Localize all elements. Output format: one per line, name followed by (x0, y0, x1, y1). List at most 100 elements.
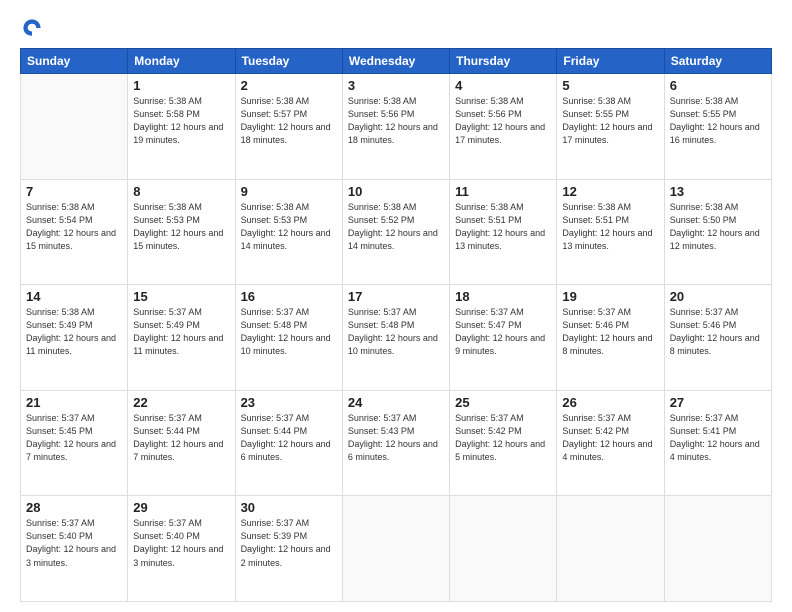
day-info: Sunrise: 5:38 AMSunset: 5:54 PMDaylight:… (26, 201, 122, 253)
calendar-cell (664, 496, 771, 602)
day-info: Sunrise: 5:38 AMSunset: 5:53 PMDaylight:… (133, 201, 229, 253)
calendar-cell: 10 Sunrise: 5:38 AMSunset: 5:52 PMDayligh… (342, 179, 449, 285)
calendar-week-row: 1 Sunrise: 5:38 AMSunset: 5:58 PMDaylight… (21, 74, 772, 180)
calendar-cell: 13 Sunrise: 5:38 AMSunset: 5:50 PMDayligh… (664, 179, 771, 285)
day-info: Sunrise: 5:37 AMSunset: 5:44 PMDaylight:… (241, 412, 337, 464)
day-number: 17 (348, 289, 444, 304)
weekday-header-sunday: Sunday (21, 49, 128, 74)
calendar-cell: 18 Sunrise: 5:37 AMSunset: 5:47 PMDayligh… (450, 285, 557, 391)
day-number: 1 (133, 78, 229, 93)
day-info: Sunrise: 5:38 AMSunset: 5:49 PMDaylight:… (26, 306, 122, 358)
calendar-table: SundayMondayTuesdayWednesdayThursdayFrid… (20, 48, 772, 602)
header (20, 16, 772, 40)
day-info: Sunrise: 5:37 AMSunset: 5:40 PMDaylight:… (133, 517, 229, 569)
day-number: 14 (26, 289, 122, 304)
day-number: 8 (133, 184, 229, 199)
day-number: 29 (133, 500, 229, 515)
calendar-cell (557, 496, 664, 602)
calendar-cell: 24Sunrise: 5:37 AMSunset: 5:43 PMDayligh… (342, 390, 449, 496)
day-number: 6 (670, 78, 766, 93)
day-info: Sunrise: 5:37 AMSunset: 5:43 PMDaylight:… (348, 412, 444, 464)
calendar-week-row: 28 Sunrise: 5:37 AMSunset: 5:40 PMDayligh… (21, 496, 772, 602)
calendar-cell: 4 Sunrise: 5:38 AMSunset: 5:56 PMDaylight… (450, 74, 557, 180)
weekday-header-monday: Monday (128, 49, 235, 74)
day-info: Sunrise: 5:38 AMSunset: 5:57 PMDaylight:… (241, 95, 337, 147)
day-info: Sunrise: 5:37 AMSunset: 5:46 PMDaylight:… (670, 306, 766, 358)
weekday-header-friday: Friday (557, 49, 664, 74)
day-number: 10 (348, 184, 444, 199)
calendar-cell: 9 Sunrise: 5:38 AMSunset: 5:53 PMDaylight… (235, 179, 342, 285)
calendar-cell: 16 Sunrise: 5:37 AMSunset: 5:48 PMDayligh… (235, 285, 342, 391)
calendar-cell: 30Sunrise: 5:37 AMSunset: 5:39 PMDayligh… (235, 496, 342, 602)
weekday-header-thursday: Thursday (450, 49, 557, 74)
day-info: Sunrise: 5:38 AMSunset: 5:52 PMDaylight:… (348, 201, 444, 253)
calendar-cell (450, 496, 557, 602)
logo-icon (20, 16, 44, 40)
calendar-cell: 28 Sunrise: 5:37 AMSunset: 5:40 PMDayligh… (21, 496, 128, 602)
calendar-cell: 19 Sunrise: 5:37 AMSunset: 5:46 PMDayligh… (557, 285, 664, 391)
calendar-cell (21, 74, 128, 180)
day-info: Sunrise: 5:37 AMSunset: 5:42 PMDaylight:… (562, 412, 658, 464)
day-info: Sunrise: 5:38 AMSunset: 5:53 PMDaylight:… (241, 201, 337, 253)
calendar-cell: 17 Sunrise: 5:37 AMSunset: 5:48 PMDayligh… (342, 285, 449, 391)
day-number: 13 (670, 184, 766, 199)
calendar-cell: 27 Sunrise: 5:37 AMSunset: 5:41 PMDayligh… (664, 390, 771, 496)
day-info: Sunrise: 5:37 AMSunset: 5:46 PMDaylight:… (562, 306, 658, 358)
day-number: 22 (133, 395, 229, 410)
weekday-header-saturday: Saturday (664, 49, 771, 74)
calendar-cell: 11Sunrise: 5:38 AMSunset: 5:51 PMDayligh… (450, 179, 557, 285)
day-info: Sunrise: 5:37 AMSunset: 5:45 PMDaylight:… (26, 412, 122, 464)
day-number: 15 (133, 289, 229, 304)
calendar-cell: 25 Sunrise: 5:37 AMSunset: 5:42 PMDayligh… (450, 390, 557, 496)
calendar-cell: 29 Sunrise: 5:37 AMSunset: 5:40 PMDayligh… (128, 496, 235, 602)
day-number: 21 (26, 395, 122, 410)
calendar-cell: 7 Sunrise: 5:38 AMSunset: 5:54 PMDaylight… (21, 179, 128, 285)
day-info: Sunrise: 5:38 AMSunset: 5:56 PMDaylight:… (455, 95, 551, 147)
weekday-header-wednesday: Wednesday (342, 49, 449, 74)
day-info: Sunrise: 5:37 AMSunset: 5:47 PMDaylight:… (455, 306, 551, 358)
day-info: Sunrise: 5:37 AMSunset: 5:40 PMDaylight:… (26, 517, 122, 569)
day-info: Sunrise: 5:37 AMSunset: 5:48 PMDaylight:… (241, 306, 337, 358)
calendar-cell: 26 Sunrise: 5:37 AMSunset: 5:42 PMDayligh… (557, 390, 664, 496)
day-number: 27 (670, 395, 766, 410)
calendar-week-row: 14 Sunrise: 5:38 AMSunset: 5:49 PMDayligh… (21, 285, 772, 391)
day-info: Sunrise: 5:37 AMSunset: 5:41 PMDaylight:… (670, 412, 766, 464)
day-number: 5 (562, 78, 658, 93)
day-number: 20 (670, 289, 766, 304)
day-number: 7 (26, 184, 122, 199)
calendar-cell: 1 Sunrise: 5:38 AMSunset: 5:58 PMDaylight… (128, 74, 235, 180)
day-number: 25 (455, 395, 551, 410)
calendar-cell: 12 Sunrise: 5:38 AMSunset: 5:51 PMDayligh… (557, 179, 664, 285)
day-number: 11 (455, 184, 551, 199)
calendar-cell: 5Sunrise: 5:38 AMSunset: 5:55 PMDaylight… (557, 74, 664, 180)
day-number: 26 (562, 395, 658, 410)
day-info: Sunrise: 5:37 AMSunset: 5:42 PMDaylight:… (455, 412, 551, 464)
day-number: 12 (562, 184, 658, 199)
day-info: Sunrise: 5:38 AMSunset: 5:58 PMDaylight:… (133, 95, 229, 147)
day-info: Sunrise: 5:38 AMSunset: 5:51 PMDaylight:… (562, 201, 658, 253)
day-number: 2 (241, 78, 337, 93)
logo (20, 16, 48, 40)
day-number: 3 (348, 78, 444, 93)
weekday-header-row: SundayMondayTuesdayWednesdayThursdayFrid… (21, 49, 772, 74)
day-number: 18 (455, 289, 551, 304)
calendar-cell: 6 Sunrise: 5:38 AMSunset: 5:55 PMDaylight… (664, 74, 771, 180)
day-info: Sunrise: 5:37 AMSunset: 5:39 PMDaylight:… (241, 517, 337, 569)
weekday-header-tuesday: Tuesday (235, 49, 342, 74)
day-info: Sunrise: 5:38 AMSunset: 5:55 PMDaylight:… (670, 95, 766, 147)
day-number: 4 (455, 78, 551, 93)
calendar-cell: 8 Sunrise: 5:38 AMSunset: 5:53 PMDaylight… (128, 179, 235, 285)
calendar-cell: 2 Sunrise: 5:38 AMSunset: 5:57 PMDaylight… (235, 74, 342, 180)
day-info: Sunrise: 5:37 AMSunset: 5:48 PMDaylight:… (348, 306, 444, 358)
day-number: 28 (26, 500, 122, 515)
calendar-cell: 3 Sunrise: 5:38 AMSunset: 5:56 PMDaylight… (342, 74, 449, 180)
day-info: Sunrise: 5:38 AMSunset: 5:56 PMDaylight:… (348, 95, 444, 147)
day-info: Sunrise: 5:38 AMSunset: 5:50 PMDaylight:… (670, 201, 766, 253)
calendar-cell: 21 Sunrise: 5:37 AMSunset: 5:45 PMDayligh… (21, 390, 128, 496)
day-number: 16 (241, 289, 337, 304)
calendar-cell: 14 Sunrise: 5:38 AMSunset: 5:49 PMDayligh… (21, 285, 128, 391)
calendar-cell: 15Sunrise: 5:37 AMSunset: 5:49 PMDayligh… (128, 285, 235, 391)
calendar-cell: 20 Sunrise: 5:37 AMSunset: 5:46 PMDayligh… (664, 285, 771, 391)
day-number: 9 (241, 184, 337, 199)
day-number: 19 (562, 289, 658, 304)
